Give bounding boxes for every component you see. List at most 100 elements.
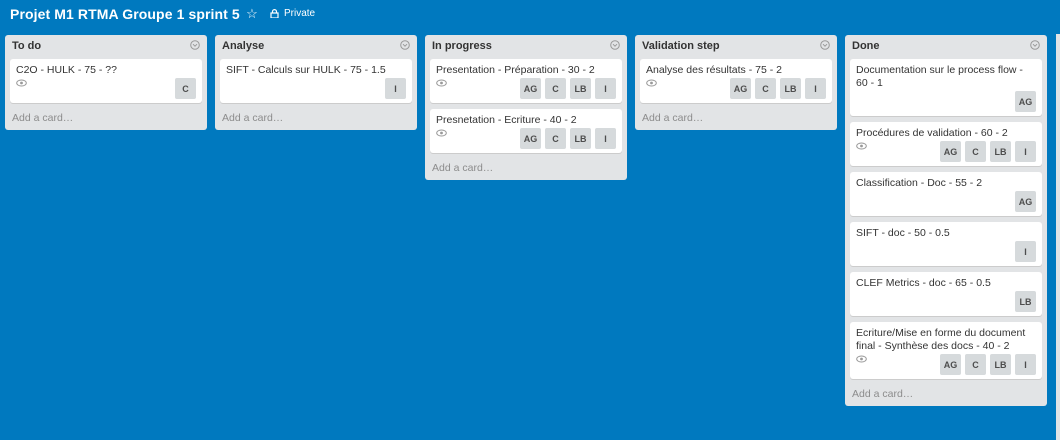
card-title: C2O - HULK - 75 - ?? bbox=[16, 64, 117, 76]
card-title: Ecriture/Mise en forme du document final… bbox=[856, 327, 1026, 352]
add-card-link[interactable]: Add a card… bbox=[635, 109, 837, 130]
card[interactable]: Presentation - Préparation - 30 - 2 AG C LB… bbox=[430, 59, 622, 103]
card-title: Documentation sur le process flow - 60 -… bbox=[856, 64, 1023, 89]
card-container: Presentation - Préparation - 30 - 2 AG C LB… bbox=[425, 59, 627, 153]
list-title[interactable]: In progress bbox=[432, 40, 492, 52]
card[interactable]: Documentation sur le process flow - 60 -… bbox=[850, 59, 1042, 116]
card-badges: AG C LB I bbox=[856, 141, 1036, 162]
card-badges: AG C LB I bbox=[436, 78, 616, 99]
member-avatar[interactable]: LB bbox=[990, 141, 1011, 162]
card[interactable]: Analyse des résultats - 75 - 2 AG C LB I bbox=[640, 59, 832, 103]
card-title: Presentation - Préparation - 30 - 2 bbox=[436, 64, 595, 76]
member-avatar[interactable]: I bbox=[1015, 354, 1036, 375]
list-title[interactable]: To do bbox=[12, 40, 41, 52]
card[interactable]: CLEF Metrics - doc - 65 - 0.5 LB bbox=[850, 272, 1042, 316]
member-avatar[interactable]: AG bbox=[940, 354, 961, 375]
list-header: Validation step bbox=[635, 35, 837, 59]
card-badges: AG bbox=[856, 191, 1036, 212]
chevron-down-icon[interactable] bbox=[820, 40, 830, 50]
add-card-link[interactable]: Add a card… bbox=[5, 109, 207, 130]
member-avatar[interactable]: C bbox=[965, 354, 986, 375]
member-avatar[interactable]: I bbox=[805, 78, 826, 99]
eye-icon bbox=[856, 355, 867, 363]
list-analyse: Analyse SIFT - Calculs sur HULK - 75 - 1.… bbox=[215, 35, 417, 130]
card-badges: AG C LB I bbox=[646, 78, 826, 99]
card[interactable]: Ecriture/Mise en forme du document final… bbox=[850, 322, 1042, 379]
star-icon[interactable]: ☆ bbox=[244, 6, 260, 22]
member-avatar[interactable]: AG bbox=[1015, 191, 1036, 212]
card-members: AG C LB I bbox=[730, 78, 826, 99]
board-header: Projet M1 RTMA Groupe 1 sprint 5 ☆ Priva… bbox=[0, 0, 1060, 30]
member-avatar[interactable]: AG bbox=[520, 78, 541, 99]
member-avatar[interactable]: LB bbox=[780, 78, 801, 99]
privacy-label: Private bbox=[284, 8, 316, 19]
chevron-down-icon[interactable] bbox=[190, 40, 200, 50]
list-title[interactable]: Validation step bbox=[642, 40, 720, 52]
list-header: To do bbox=[5, 35, 207, 59]
card-title: Presnetation - Ecriture - 40 - 2 bbox=[436, 114, 577, 126]
list-title[interactable]: Done bbox=[852, 40, 880, 52]
member-avatar[interactable]: I bbox=[1015, 241, 1036, 262]
member-avatar[interactable]: I bbox=[1015, 141, 1036, 162]
member-avatar[interactable]: LB bbox=[990, 354, 1011, 375]
list-title[interactable]: Analyse bbox=[222, 40, 264, 52]
member-avatar[interactable]: C bbox=[755, 78, 776, 99]
member-avatar[interactable]: LB bbox=[570, 78, 591, 99]
card-title: Analyse des résultats - 75 - 2 bbox=[646, 64, 782, 76]
card-members: AG C LB I bbox=[520, 78, 616, 99]
eye-icon bbox=[646, 79, 657, 87]
card-container: SIFT - Calculs sur HULK - 75 - 1.5 I bbox=[215, 59, 417, 103]
list-header: Analyse bbox=[215, 35, 417, 59]
eye-icon bbox=[436, 79, 447, 87]
member-avatar[interactable]: C bbox=[175, 78, 196, 99]
card-badges: I bbox=[856, 241, 1036, 262]
chevron-down-icon[interactable] bbox=[610, 40, 620, 50]
member-avatar[interactable]: I bbox=[595, 78, 616, 99]
member-avatar[interactable]: C bbox=[965, 141, 986, 162]
card[interactable]: Classification - Doc - 55 - 2 AG bbox=[850, 172, 1042, 216]
card-title: CLEF Metrics - doc - 65 - 0.5 bbox=[856, 277, 991, 289]
member-avatar[interactable]: AG bbox=[1015, 91, 1036, 112]
card-badges: AG C LB I bbox=[436, 128, 616, 149]
member-avatar[interactable]: LB bbox=[1015, 291, 1036, 312]
card-container: C2O - HULK - 75 - ?? C bbox=[5, 59, 207, 103]
card[interactable]: SIFT - doc - 50 - 0.5 I bbox=[850, 222, 1042, 266]
member-avatar[interactable]: I bbox=[595, 128, 616, 149]
member-avatar[interactable]: C bbox=[545, 78, 566, 99]
card[interactable]: Procédures de validation - 60 - 2 AG C LB I bbox=[850, 122, 1042, 166]
add-card-link[interactable]: Add a card… bbox=[215, 109, 417, 130]
card-members: I bbox=[385, 78, 406, 99]
chevron-down-icon[interactable] bbox=[400, 40, 410, 50]
member-avatar[interactable]: AG bbox=[730, 78, 751, 99]
board-title[interactable]: Projet M1 RTMA Groupe 1 sprint 5 bbox=[10, 6, 240, 22]
card-badges: I bbox=[226, 78, 406, 99]
next-list-edge bbox=[1056, 34, 1060, 440]
card-title: Procédures de validation - 60 - 2 bbox=[856, 127, 1008, 139]
member-avatar[interactable]: I bbox=[385, 78, 406, 99]
list-validation-step: Validation step Analyse des résultats - 7… bbox=[635, 35, 837, 130]
card-members: LB bbox=[1015, 291, 1036, 312]
card-container: Documentation sur le process flow - 60 -… bbox=[845, 59, 1047, 379]
list-done: Done Documentation sur le process flow - … bbox=[845, 35, 1047, 406]
chevron-down-icon[interactable] bbox=[1030, 40, 1040, 50]
eye-icon bbox=[436, 129, 447, 137]
add-card-link[interactable]: Add a card… bbox=[845, 385, 1047, 406]
member-avatar[interactable]: LB bbox=[570, 128, 591, 149]
list-to-do: To do C2O - HULK - 75 - ?? C Add a card… bbox=[5, 35, 207, 130]
card-title: SIFT - doc - 50 - 0.5 bbox=[856, 227, 950, 239]
card-title: Classification - Doc - 55 - 2 bbox=[856, 177, 983, 189]
card[interactable]: Presnetation - Ecriture - 40 - 2 AG C LB I bbox=[430, 109, 622, 153]
card[interactable]: C2O - HULK - 75 - ?? C bbox=[10, 59, 202, 103]
card-members: C bbox=[175, 78, 196, 99]
card-members: AG bbox=[1015, 91, 1036, 112]
privacy-button[interactable]: Private bbox=[270, 6, 315, 22]
member-avatar[interactable]: AG bbox=[940, 141, 961, 162]
member-avatar[interactable]: C bbox=[545, 128, 566, 149]
card[interactable]: SIFT - Calculs sur HULK - 75 - 1.5 I bbox=[220, 59, 412, 103]
list-header: In progress bbox=[425, 35, 627, 59]
add-card-link[interactable]: Add a card… bbox=[425, 159, 627, 180]
member-avatar[interactable]: AG bbox=[520, 128, 541, 149]
card-members: AG C LB I bbox=[940, 141, 1036, 162]
list-in-progress: In progress Presentation - Préparation - … bbox=[425, 35, 627, 180]
lock-icon bbox=[270, 9, 279, 19]
